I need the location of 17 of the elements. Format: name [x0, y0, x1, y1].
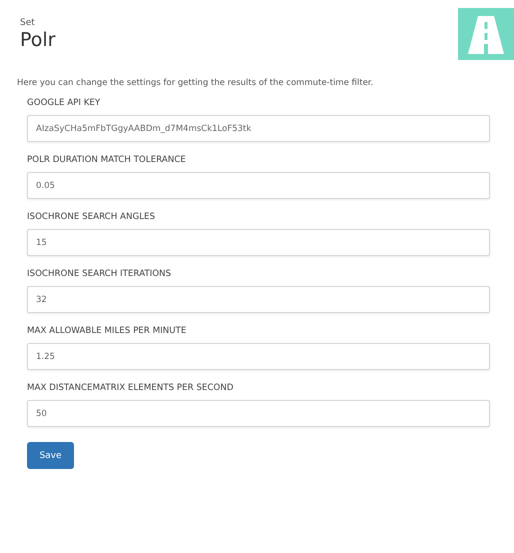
page-title: Polr [20, 29, 56, 51]
input-field[interactable]: 32 [27, 286, 490, 313]
field-label: GOOGLE API KEY [27, 97, 102, 109]
description-text: Here you can change the settings for getting the results of the commute-time filter. [17, 77, 374, 89]
field-label: MAX ALLOWABLE MILES PER MINUTE [27, 325, 188, 337]
page-eyebrow: Set [20, 18, 36, 29]
field-label: ISOCHRONE SEARCH ANGLES [27, 211, 156, 223]
road-logo-icon [458, 8, 514, 60]
input-field[interactable]: 15 [27, 229, 490, 256]
save-button[interactable]: Save [27, 442, 74, 469]
input-field[interactable]: AIzaSyCHa5mFbTGgyAABDm_d7M4msCk1LoF53tk [27, 115, 490, 142]
input-field[interactable]: 1.25 [27, 343, 490, 370]
field-label: ISOCHRONE SEARCH ITERATIONS [27, 268, 172, 280]
field-label: MAX DISTANCEMATRIX ELEMENTS PER SECOND [27, 382, 234, 394]
input-field[interactable]: 50 [27, 400, 490, 427]
field-label: POLR DURATION MATCH TOLERANCE [27, 154, 187, 166]
input-field[interactable]: 0.05 [27, 172, 490, 199]
